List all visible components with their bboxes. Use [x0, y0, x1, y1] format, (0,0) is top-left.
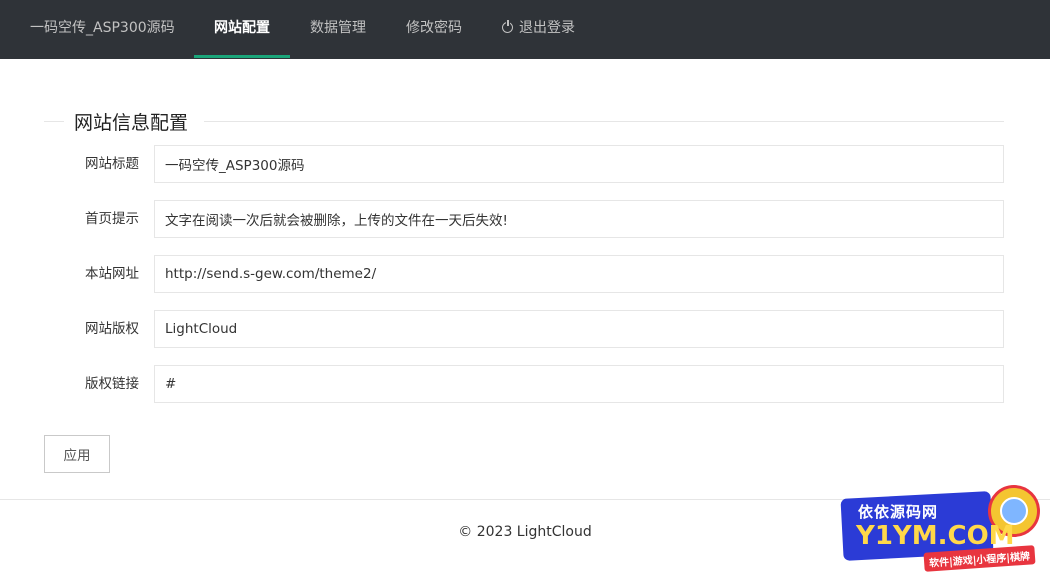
site-url-label: 本站网址	[85, 266, 139, 282]
copyright-link-input[interactable]	[154, 365, 1004, 403]
fieldset-border-left	[44, 121, 64, 122]
site-title-label: 网站标题	[85, 156, 139, 172]
home-notice-label: 首页提示	[85, 211, 139, 227]
top-nav-bar: 一码空传_ASP300源码 网站配置 数据管理 修改密码 退出登录	[0, 0, 1050, 59]
copyright-input[interactable]	[154, 310, 1004, 348]
form-legend: 网站信息配置	[74, 112, 189, 134]
nav-logout-label: 退出登录	[519, 20, 575, 36]
copyright-label: 网站版权	[85, 321, 139, 337]
watermark-line2: Y1YM.COM	[856, 521, 1015, 551]
nav-tab-change-password[interactable]: 修改密码	[406, 0, 462, 57]
fieldset-border-right	[204, 121, 1004, 122]
site-title-input[interactable]	[154, 145, 1004, 183]
power-icon	[502, 20, 513, 33]
nav-tab-site-config[interactable]: 网站配置	[214, 0, 270, 57]
apply-button[interactable]: 应用	[44, 435, 110, 473]
site-url-input[interactable]	[154, 255, 1004, 293]
watermark-badge: 依依源码网 Y1YM.COM 软件|游戏|小程序|棋牌	[828, 481, 1050, 574]
home-notice-input[interactable]	[154, 200, 1004, 238]
nav-tab-data-management[interactable]: 数据管理	[310, 0, 366, 57]
watermark-line1: 依依源码网	[858, 503, 939, 521]
nav-brand-link[interactable]: 一码空传_ASP300源码	[30, 0, 175, 57]
copyright-link-label: 版权链接	[85, 376, 139, 392]
active-tab-indicator	[194, 55, 290, 58]
nav-tab-logout[interactable]: 退出登录	[502, 0, 575, 57]
